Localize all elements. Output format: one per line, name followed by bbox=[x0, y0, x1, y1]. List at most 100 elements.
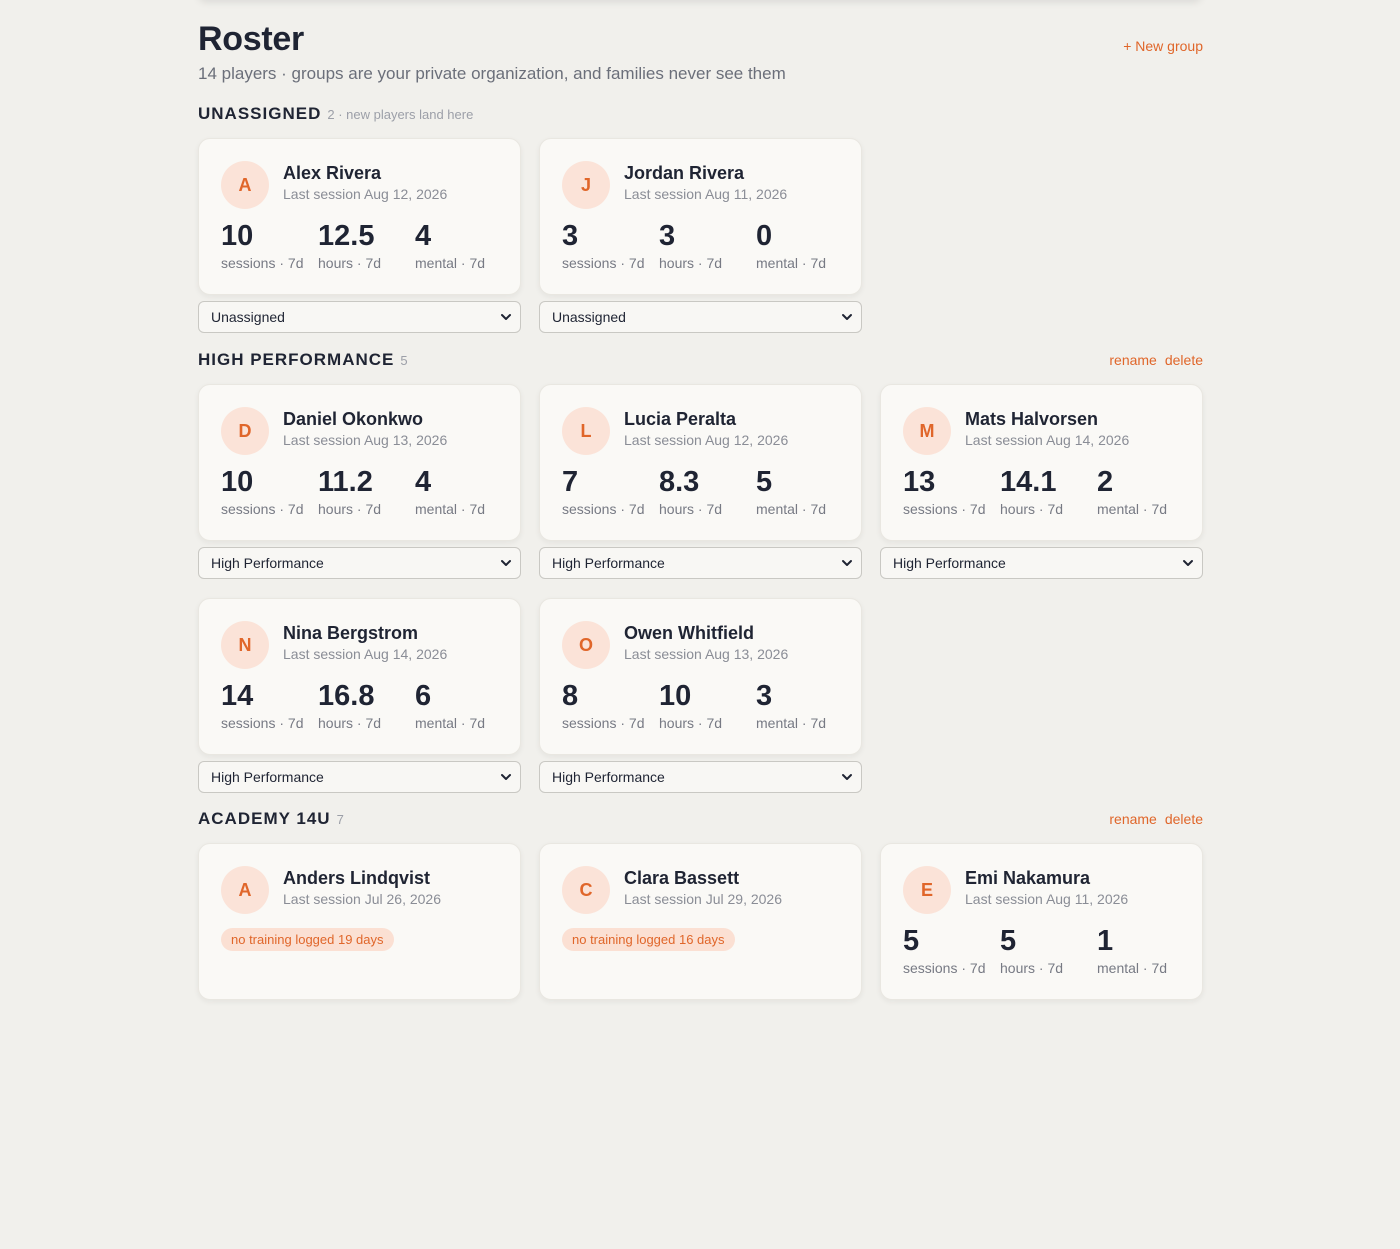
hours-value: 10 bbox=[659, 680, 692, 712]
group-select[interactable]: High Performance bbox=[198, 761, 521, 793]
sessions-value: 5 bbox=[903, 925, 920, 957]
player-card[interactable]: E Emi Nakamura Last session Aug 11, 2026… bbox=[880, 843, 1203, 1000]
avatar: A bbox=[221, 866, 269, 914]
mental-label: mental · 7d bbox=[415, 501, 486, 517]
mental-value: 4 bbox=[415, 466, 432, 498]
player-card[interactable]: O Owen Whitfield Last session Aug 13, 20… bbox=[539, 598, 862, 755]
chevron-down-icon bbox=[501, 774, 511, 780]
group-select[interactable]: High Performance bbox=[880, 547, 1203, 579]
group-actions: rename delete bbox=[1101, 811, 1203, 827]
stat-mental: 2 mental · 7d bbox=[1097, 465, 1167, 517]
player-card[interactable]: M Mats Halvorsen Last session Aug 14, 20… bbox=[880, 384, 1203, 541]
last-session: Last session Aug 14, 2026 bbox=[965, 432, 1130, 448]
last-session: Last session Aug 14, 2026 bbox=[283, 646, 448, 662]
mental-label: mental · 7d bbox=[415, 255, 486, 271]
hours-label: hours · 7d bbox=[659, 501, 723, 517]
new-group-button[interactable]: + New group bbox=[1123, 38, 1203, 54]
player-name: Emi Nakamura bbox=[965, 868, 1091, 888]
group-select-value: High Performance bbox=[211, 769, 324, 785]
sessions-label: sessions · 7d bbox=[221, 715, 304, 731]
mental-value: 0 bbox=[756, 220, 773, 252]
player-name: Owen Whitfield bbox=[624, 623, 754, 643]
stat-hours: 5 hours · 7d bbox=[1000, 924, 1063, 976]
player-card[interactable]: N Nina Bergstrom Last session Aug 14, 20… bbox=[198, 598, 521, 755]
last-session: Last session Jul 26, 2026 bbox=[283, 891, 441, 907]
player-name: Lucia Peralta bbox=[624, 409, 737, 429]
hours-value: 8.3 bbox=[659, 466, 700, 498]
mental-value: 5 bbox=[756, 466, 773, 498]
group-select-value: High Performance bbox=[552, 555, 665, 571]
hours-value: 11.2 bbox=[318, 466, 373, 498]
chevron-down-icon bbox=[842, 314, 852, 320]
stat-hours: 10 hours · 7d bbox=[659, 679, 722, 731]
group-name: HIGH PERFORMANCE 5 bbox=[198, 350, 408, 370]
hours-label: hours · 7d bbox=[1000, 501, 1064, 517]
player-card[interactable]: A Anders Lindqvist Last session Jul 26, … bbox=[198, 843, 521, 1000]
hours-label: hours · 7d bbox=[1000, 960, 1064, 976]
group-select-value: High Performance bbox=[893, 555, 1006, 571]
player-name: Daniel Okonkwo bbox=[283, 409, 424, 429]
group-select[interactable]: High Performance bbox=[539, 547, 862, 579]
sessions-value: 3 bbox=[562, 220, 579, 252]
last-session: Last session Aug 12, 2026 bbox=[283, 186, 448, 202]
group-select[interactable]: High Performance bbox=[539, 761, 862, 793]
group-title: HIGH PERFORMANCE bbox=[198, 350, 395, 369]
player-card[interactable]: L Lucia Peralta Last session Aug 12, 202… bbox=[539, 384, 862, 541]
stat-sessions: 13 sessions · 7d bbox=[903, 465, 985, 517]
player-card[interactable]: C Clara Bassett Last session Jul 29, 202… bbox=[539, 843, 862, 1000]
group-name: ACADEMY 14U 7 bbox=[198, 809, 344, 829]
stat-mental: 4 mental · 7d bbox=[415, 465, 485, 517]
player-name: Alex Rivera bbox=[283, 163, 382, 183]
avatar: N bbox=[221, 621, 269, 669]
avatar: M bbox=[903, 407, 951, 455]
stat-sessions: 8 sessions · 7d bbox=[562, 679, 644, 731]
stat-mental: 0 mental · 7d bbox=[756, 219, 826, 271]
group-header: ACADEMY 14U 7 rename delete bbox=[198, 809, 1203, 839]
avatar: C bbox=[562, 866, 610, 914]
group-rename-button[interactable]: rename bbox=[1109, 352, 1156, 368]
group-select-value: Unassigned bbox=[552, 309, 626, 325]
avatar: A bbox=[221, 161, 269, 209]
group-delete-button[interactable]: delete bbox=[1165, 352, 1203, 368]
stat-hours: 8.3 hours · 7d bbox=[659, 465, 722, 517]
group-select-value: Unassigned bbox=[211, 309, 285, 325]
hours-label: hours · 7d bbox=[659, 255, 723, 271]
group-select[interactable]: High Performance bbox=[198, 547, 521, 579]
stat-hours: 3 hours · 7d bbox=[659, 219, 722, 271]
mental-value: 6 bbox=[415, 680, 432, 712]
avatar: L bbox=[562, 407, 610, 455]
group-rename-button[interactable]: rename bbox=[1109, 811, 1156, 827]
group-actions: rename delete bbox=[1101, 352, 1203, 368]
page-header: Roster 14 players · groups are your priv… bbox=[198, 0, 1203, 96]
player-card[interactable]: A Alex Rivera Last session Aug 12, 2026 … bbox=[198, 138, 521, 295]
group-section: ACADEMY 14U 7 rename delete A Anders Lindq… bbox=[198, 809, 1203, 1249]
player-card[interactable]: D Daniel Okonkwo Last session Aug 13, 20… bbox=[198, 384, 521, 541]
chevron-down-icon bbox=[842, 560, 852, 566]
mental-label: mental · 7d bbox=[1097, 501, 1168, 517]
mental-label: mental · 7d bbox=[756, 715, 827, 731]
hours-label: hours · 7d bbox=[318, 715, 382, 731]
sessions-label: sessions · 7d bbox=[562, 255, 645, 271]
stat-hours: 12.5 hours · 7d bbox=[318, 219, 381, 271]
group-select[interactable]: Unassigned bbox=[198, 301, 521, 333]
player-name: Mats Halvorsen bbox=[965, 409, 1099, 429]
group-select-value: High Performance bbox=[211, 555, 324, 571]
sessions-value: 10 bbox=[221, 466, 254, 498]
player-card[interactable]: J Jordan Rivera Last session Aug 11, 202… bbox=[539, 138, 862, 295]
chevron-down-icon bbox=[1183, 560, 1193, 566]
group-title: ACADEMY 14U bbox=[198, 809, 331, 828]
mental-value: 2 bbox=[1097, 466, 1114, 498]
player-name: Anders Lindqvist bbox=[283, 868, 431, 888]
mental-label: mental · 7d bbox=[756, 255, 827, 271]
avatar: D bbox=[221, 407, 269, 455]
chevron-down-icon bbox=[842, 774, 852, 780]
mental-value: 1 bbox=[1097, 925, 1114, 957]
sessions-value: 13 bbox=[903, 466, 936, 498]
group-select[interactable]: Unassigned bbox=[539, 301, 862, 333]
sessions-value: 8 bbox=[562, 680, 579, 712]
group-delete-button[interactable]: delete bbox=[1165, 811, 1203, 827]
stat-mental: 4 mental · 7d bbox=[415, 219, 485, 271]
avatar: E bbox=[903, 866, 951, 914]
player-name: Jordan Rivera bbox=[624, 163, 745, 183]
stat-sessions: 3 sessions · 7d bbox=[562, 219, 644, 271]
